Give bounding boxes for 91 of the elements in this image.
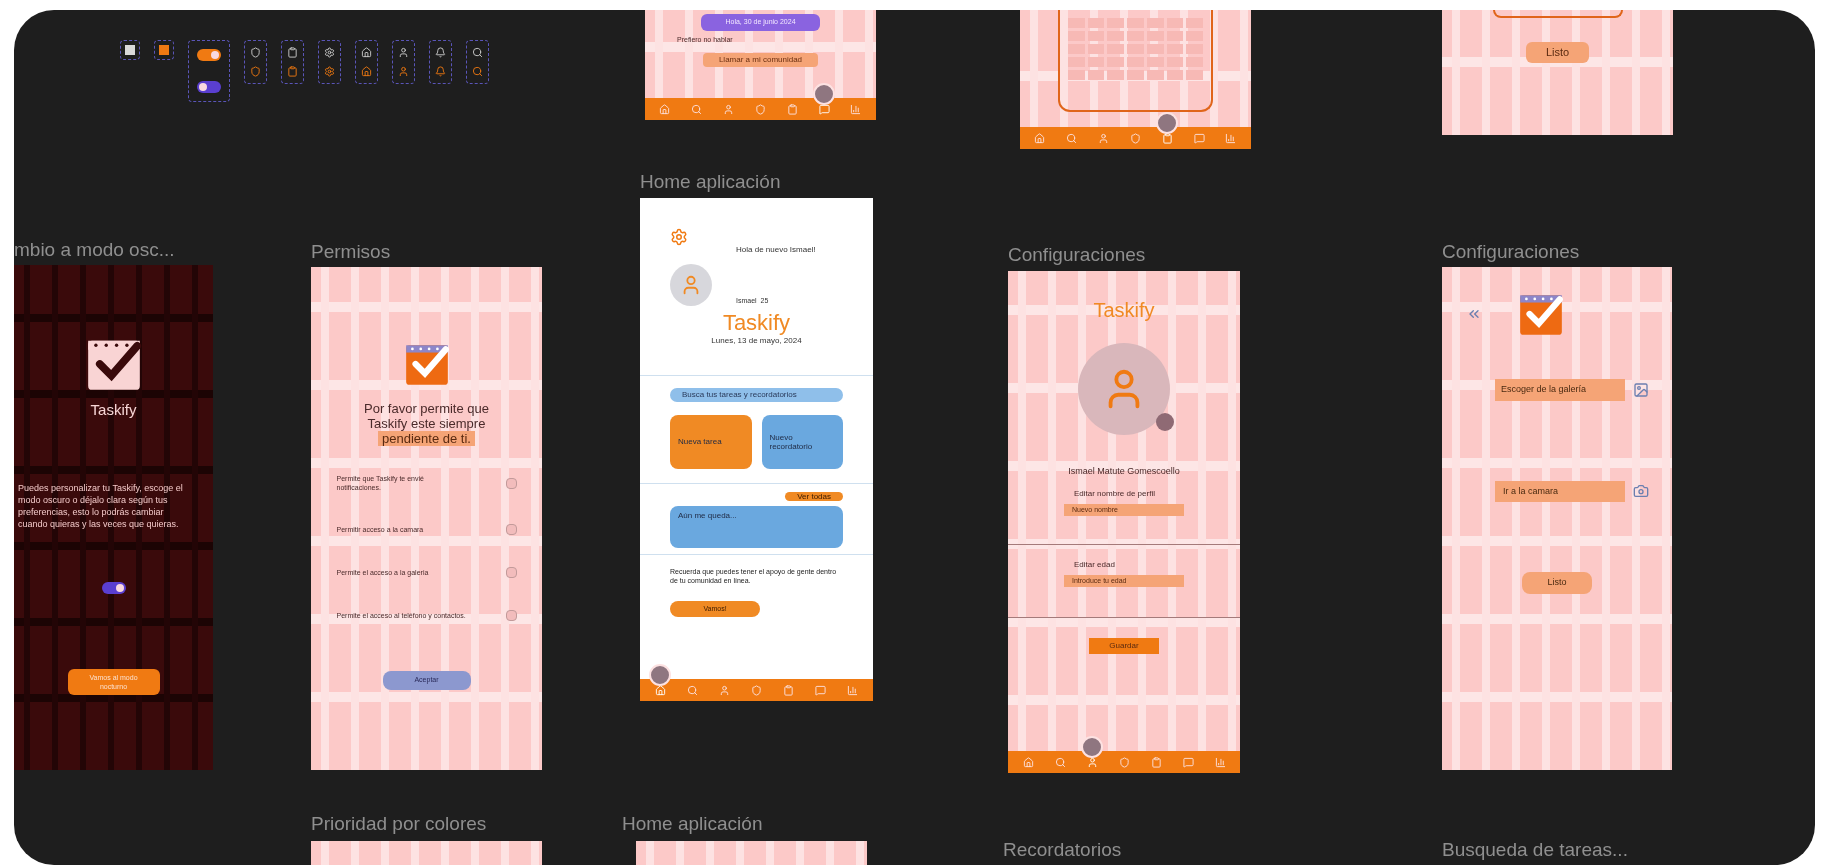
frame-title: Home aplicación	[622, 812, 763, 836]
nav-icon[interactable]	[1129, 132, 1141, 144]
nav-icon[interactable]	[1098, 132, 1110, 144]
nav-icon	[250, 47, 261, 58]
settings-icon[interactable]	[670, 228, 688, 246]
profile-name: Ismael Matute Gomescoello	[1068, 465, 1180, 478]
field-label: Editar edad	[1074, 558, 1115, 571]
frame-title: Busqueda de tareas...	[1442, 838, 1628, 862]
nav-icon[interactable]	[1066, 132, 1078, 144]
nav-icon[interactable]	[850, 103, 862, 115]
nav-icon[interactable]	[847, 684, 859, 696]
app-name: Taskify	[722, 310, 791, 335]
selected-nav-bubble[interactable]	[1081, 736, 1103, 758]
nav-icon	[361, 47, 372, 58]
checkbox[interactable]	[159, 45, 169, 55]
gallery-button[interactable]: Escoger de la galería	[1495, 379, 1625, 401]
nav-icon	[472, 66, 483, 77]
done-button[interactable]: Listo	[1525, 42, 1590, 63]
nav-icon	[398, 66, 409, 77]
nav-icon	[250, 66, 261, 77]
selected-nav-bubble[interactable]	[1156, 112, 1179, 134]
nav-icon[interactable]	[1150, 756, 1162, 768]
toggle-switch[interactable]	[197, 81, 221, 93]
selected-nav-bubble[interactable]	[813, 83, 836, 105]
done-button[interactable]: Listo	[1522, 572, 1592, 594]
field-label: Editar nombre de perfil	[1074, 487, 1155, 500]
nav-icon[interactable]	[751, 684, 762, 696]
selected-nav-bubble[interactable]	[649, 664, 672, 686]
date-text: Lunes, 13 de mayo, 2024	[711, 335, 802, 347]
heading-text: Por favor permite que Taskify este siempre	[363, 401, 490, 431]
call-button[interactable]: Llamar a mi comunidad	[702, 53, 819, 67]
nav-icon	[287, 47, 298, 58]
nav-icon[interactable]	[1086, 756, 1098, 768]
nav-icon[interactable]	[1225, 132, 1237, 144]
nav-icon[interactable]	[783, 684, 795, 696]
nav-icon[interactable]	[1022, 756, 1034, 768]
nav-icon	[287, 66, 298, 77]
frame-title: Home aplicación	[640, 170, 781, 194]
greeting-text: Hola de nuevo Ismael!	[736, 244, 816, 256]
nav-icon[interactable]	[691, 103, 703, 115]
nav-icon	[361, 66, 372, 77]
checkbox[interactable]	[505, 524, 517, 535]
nav-icon	[472, 47, 483, 58]
frame-title: Prioridad por colores	[311, 812, 487, 836]
nav-icon[interactable]	[1161, 132, 1173, 144]
app-name: Taskify	[1093, 298, 1155, 323]
search-field[interactable]: Busca tus tareas y recordatorios	[670, 387, 843, 402]
frame-title: mbio a modo osc...	[14, 238, 175, 262]
nav-icon[interactable]	[723, 103, 735, 115]
checkbox[interactable]	[125, 45, 135, 55]
frame-title: Permisos	[311, 240, 391, 264]
nav-icon[interactable]	[1054, 756, 1066, 768]
nav-icon[interactable]	[815, 684, 827, 696]
action-card[interactable]: Nueva tarea	[670, 414, 752, 469]
frame-title: Configuraciones	[1442, 240, 1580, 264]
nav-icon[interactable]	[1182, 756, 1194, 768]
checkbox[interactable]	[505, 477, 517, 489]
nav-icon	[324, 47, 335, 58]
nav-icon[interactable]	[659, 103, 671, 115]
nav-icon	[398, 47, 409, 58]
toggle-switch[interactable]	[197, 49, 221, 61]
nav-icon	[324, 66, 335, 77]
nav-icon	[435, 47, 446, 58]
nav-icon[interactable]	[718, 684, 730, 696]
nav-icon[interactable]	[686, 684, 698, 696]
nav-icon[interactable]	[1214, 756, 1226, 768]
card-label: Nueva tarea	[678, 437, 723, 446]
nav-icon	[435, 66, 446, 77]
checkbox[interactable]	[505, 567, 517, 578]
avatar[interactable]	[670, 264, 712, 306]
action-card[interactable]: Nuevo recordatorio	[761, 414, 843, 469]
nav-icon[interactable]	[786, 103, 798, 115]
frame-title: Configuraciones	[1008, 243, 1146, 267]
frame-title: Recordatorios	[1003, 838, 1122, 862]
card-label: Nuevo recordatorio	[769, 432, 814, 451]
save-button[interactable]: Guardar	[1089, 637, 1159, 654]
see-all-button[interactable]: Ver todas	[785, 491, 843, 501]
toggle-switch[interactable]	[101, 581, 126, 594]
camera-icon[interactable]	[1633, 483, 1649, 500]
camera-button[interactable]: Ir a la camara	[1495, 480, 1625, 502]
note-card: Aún me queda...	[670, 505, 843, 548]
checkbox[interactable]	[505, 610, 517, 621]
nav-icon[interactable]	[1118, 756, 1130, 768]
description-text: Puedes personalizar tu Taskify, escoge el modo oscuro o déjalo clara según tus preferencias, esto lo podrás cambiar cuando quieras y las veces que quieras.	[17, 481, 184, 530]
nav-icon[interactable]	[1193, 132, 1205, 144]
gallery-icon[interactable]	[1633, 381, 1649, 398]
nav-icon[interactable]	[754, 103, 766, 115]
app-name: Taskify	[90, 400, 137, 420]
nav-icon[interactable]	[1034, 132, 1046, 144]
highlighted-text: pendiente de ti.	[378, 431, 475, 446]
edit-photo-badge[interactable]	[1156, 413, 1174, 431]
